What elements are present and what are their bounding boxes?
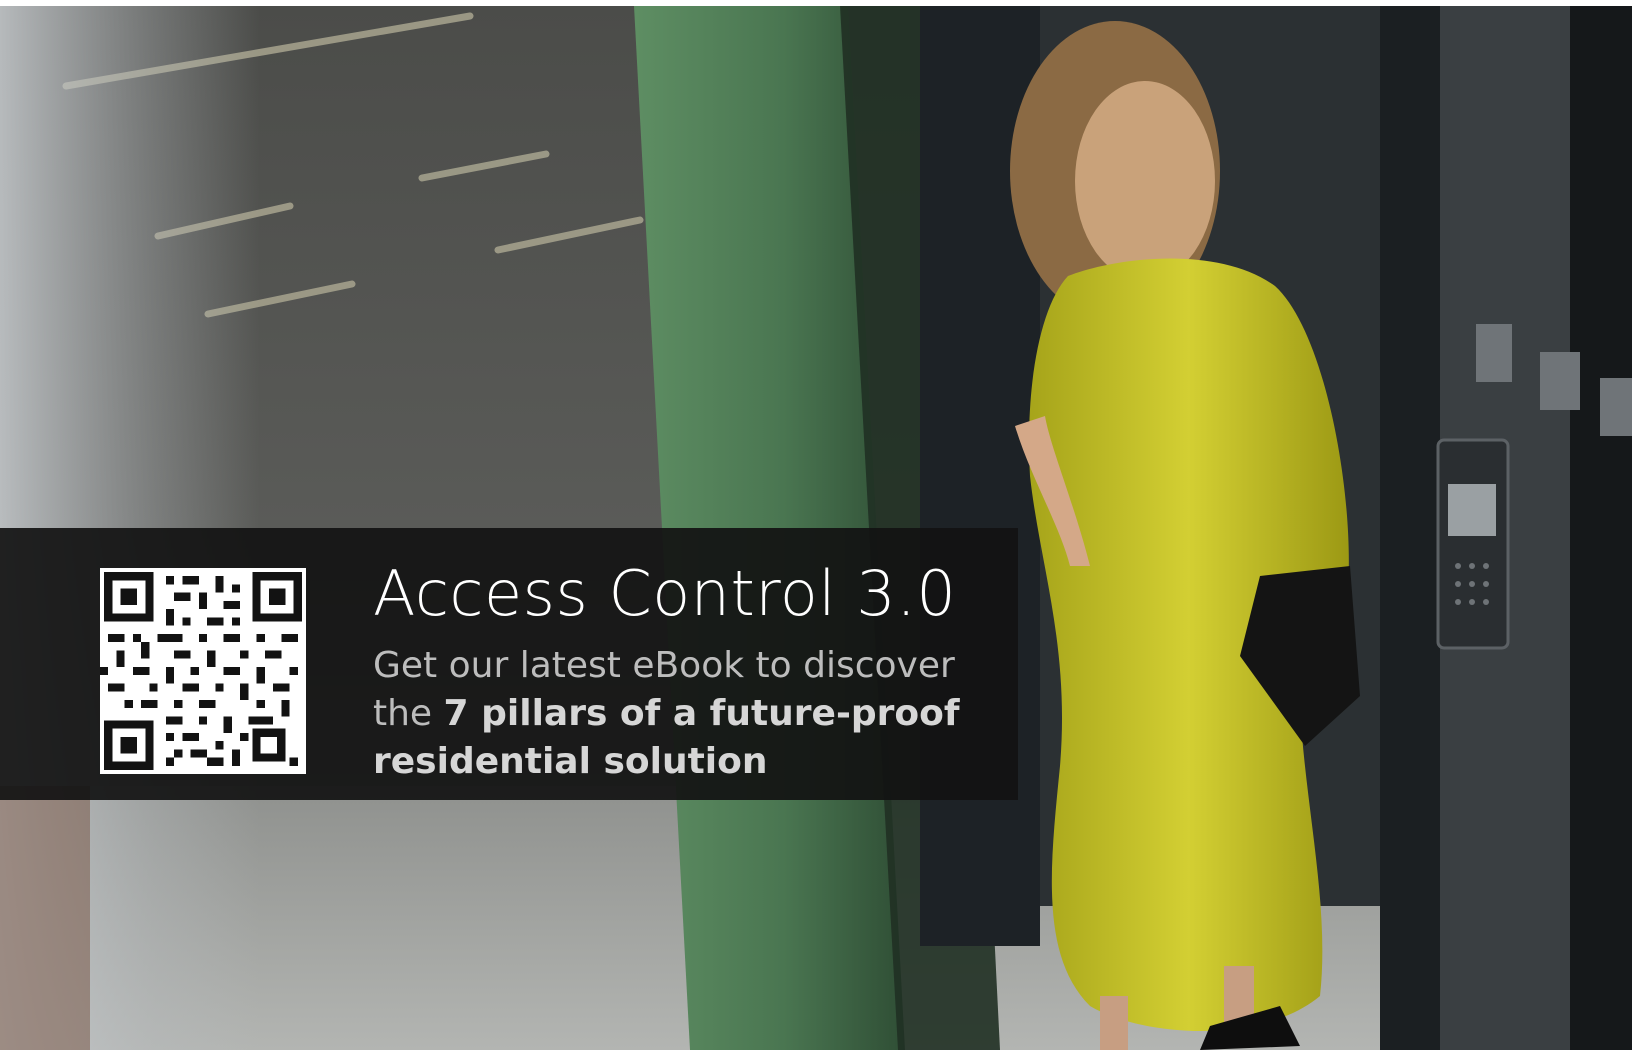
banner-line-2-emphasis: 7 pillars of a future-proof xyxy=(443,693,960,734)
banner-body-text: Get our latest eBook to discover the 7 p… xyxy=(373,642,973,786)
banner-headline: Access Control 3.0 xyxy=(373,557,957,630)
promo-banner: Access Control 3.0 Get our latest eBook … xyxy=(0,528,1018,800)
banner-line-1: Get our latest eBook to discover xyxy=(373,645,955,686)
banner-line-3: residential solution xyxy=(373,741,768,782)
advertisement: Access Control 3.0 Get our latest eBook … xyxy=(0,6,1632,1050)
banner-line-2-lead: the xyxy=(373,693,444,734)
qr-code-icon[interactable] xyxy=(100,568,306,774)
